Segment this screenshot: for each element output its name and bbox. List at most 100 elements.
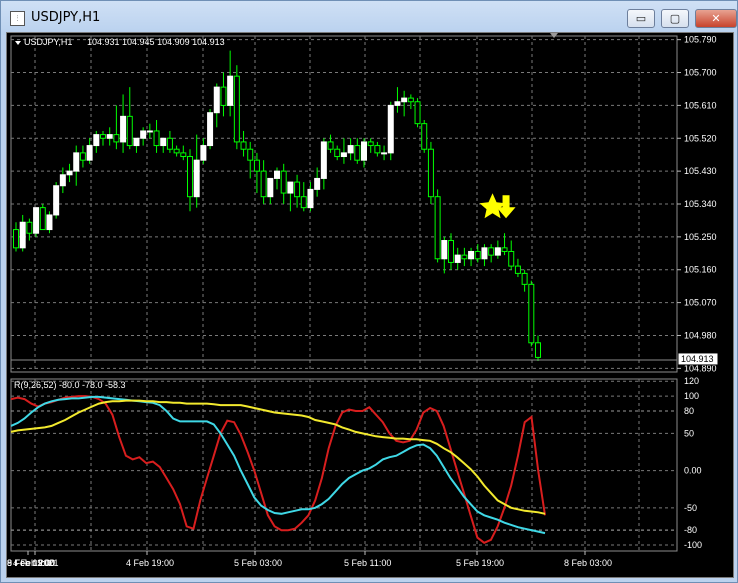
y-tick-label: 105.520 <box>684 133 717 143</box>
candle-body <box>220 86 227 106</box>
signal-star-icon <box>479 193 506 219</box>
candle-body <box>106 134 113 139</box>
candle-body <box>407 97 414 103</box>
candle-body <box>93 134 100 147</box>
indicator-y-tick-label: -50 <box>684 503 697 513</box>
candle-body <box>414 101 421 125</box>
indicator-y-tick-label: 100 <box>684 391 699 401</box>
candle-body <box>535 342 541 358</box>
candle-body <box>314 177 321 190</box>
candle-body <box>488 247 495 256</box>
candle-body <box>267 177 274 198</box>
candle-body <box>133 137 140 147</box>
candle-body <box>86 145 93 161</box>
indicator-panel-frame <box>10 378 678 552</box>
candle-body <box>180 152 187 158</box>
close-button[interactable]: ✕ <box>695 9 737 28</box>
candle-body <box>287 181 294 194</box>
candle-body <box>401 97 408 103</box>
chart-window-icon: ⫶ <box>10 11 25 26</box>
y-tick-label: 105.070 <box>684 298 717 308</box>
title-bar[interactable]: ⫶ USDJPY,H1 ▭ ▢ ✕ <box>1 1 737 35</box>
candle-body <box>227 75 234 106</box>
candle-body <box>26 221 33 234</box>
candle-body <box>233 75 240 143</box>
candle-body <box>461 254 468 260</box>
y-tick-label: 105.700 <box>684 68 717 78</box>
candle-body <box>79 152 86 161</box>
candle-body <box>501 247 508 252</box>
candle-body <box>334 148 341 158</box>
y-tick-label: 105.430 <box>684 166 717 176</box>
candle-body <box>354 145 361 161</box>
candle-body <box>367 141 374 147</box>
candle-body <box>468 250 475 260</box>
candle-body <box>528 283 535 344</box>
candle-body <box>454 254 461 263</box>
candle-body <box>394 101 401 106</box>
indicator-y-tick-label: 50 <box>684 428 694 438</box>
candle-body <box>160 137 167 147</box>
x-tick-label: 9 Feb 03:00 <box>7 558 55 568</box>
candle-body <box>294 181 301 198</box>
indicator-y-tick-label: 0.00 <box>684 466 702 476</box>
candle-body <box>427 148 434 198</box>
candle-body <box>19 221 26 249</box>
candle-body <box>213 86 220 114</box>
y-tick-label: 104.980 <box>684 330 717 340</box>
candle-body <box>113 134 120 143</box>
maximize-button[interactable]: ▢ <box>661 9 689 28</box>
chart-window: ⫶ USDJPY,H1 ▭ ▢ ✕ 105.790 105.700 105.610 1… <box>0 0 738 583</box>
candle-body <box>39 207 46 231</box>
candle-body <box>66 170 73 176</box>
indicator-y-tick-label: 120 <box>684 376 699 386</box>
candle-body <box>193 159 200 198</box>
minimize-button[interactable]: ▭ <box>627 9 655 28</box>
candle-body <box>514 265 521 274</box>
candle-body <box>166 137 173 150</box>
indicator-y-tick-label: -100 <box>684 540 702 550</box>
x-tick-label: 5 Feb 11:00 <box>344 558 391 568</box>
candle-body <box>260 170 267 198</box>
candle-body <box>434 196 441 260</box>
candle-body <box>240 141 247 150</box>
x-tick-label: 4 Feb 19:00 <box>126 558 174 568</box>
candle-body <box>494 247 501 256</box>
candle-body <box>508 250 515 267</box>
candle-body <box>481 247 488 260</box>
symbol-label: USDJPY,H1 <box>24 37 72 47</box>
candle-body <box>126 115 133 147</box>
candle-body <box>327 141 334 150</box>
candle-body <box>300 196 307 209</box>
candle-body <box>247 148 254 161</box>
candle-body <box>13 229 19 249</box>
candle-body <box>448 240 454 263</box>
candle-body <box>320 141 327 179</box>
candle-body <box>173 148 180 154</box>
candle-body <box>200 145 207 161</box>
indicator-y-tick-label: 80 <box>684 406 694 416</box>
current-price-label: 104.913 <box>681 354 714 364</box>
x-tick-label: 8 Feb 03:00 <box>564 558 612 568</box>
candle-body <box>421 123 428 150</box>
candle-body <box>347 145 354 154</box>
indicator-y-tick-label: -80 <box>684 525 697 535</box>
candle-body <box>59 174 66 187</box>
candle-body <box>33 207 40 234</box>
candle-body <box>100 134 106 139</box>
indicator-label: R(9,26,52) -80.0 -78.0 -58.3 <box>14 380 126 390</box>
candle-body <box>374 145 381 154</box>
chart-canvas[interactable]: 105.790 105.700 105.610 105.520 105.430 105.3… <box>7 33 733 577</box>
candle-body <box>73 152 80 172</box>
y-tick-label: 105.610 <box>684 100 717 110</box>
chart-area[interactable]: 105.790 105.700 105.610 105.520 105.430 105.3… <box>6 32 734 578</box>
candle-body <box>474 250 481 260</box>
y-tick-label: 105.250 <box>684 232 717 242</box>
candle-body <box>387 104 394 154</box>
symbol-menu-icon <box>15 41 21 45</box>
candle-body <box>307 188 314 209</box>
y-tick-label: 105.340 <box>684 199 717 209</box>
candle-body <box>340 152 347 158</box>
candle-body <box>140 130 147 139</box>
x-tick-label: 5 Feb 03:00 <box>234 558 282 568</box>
